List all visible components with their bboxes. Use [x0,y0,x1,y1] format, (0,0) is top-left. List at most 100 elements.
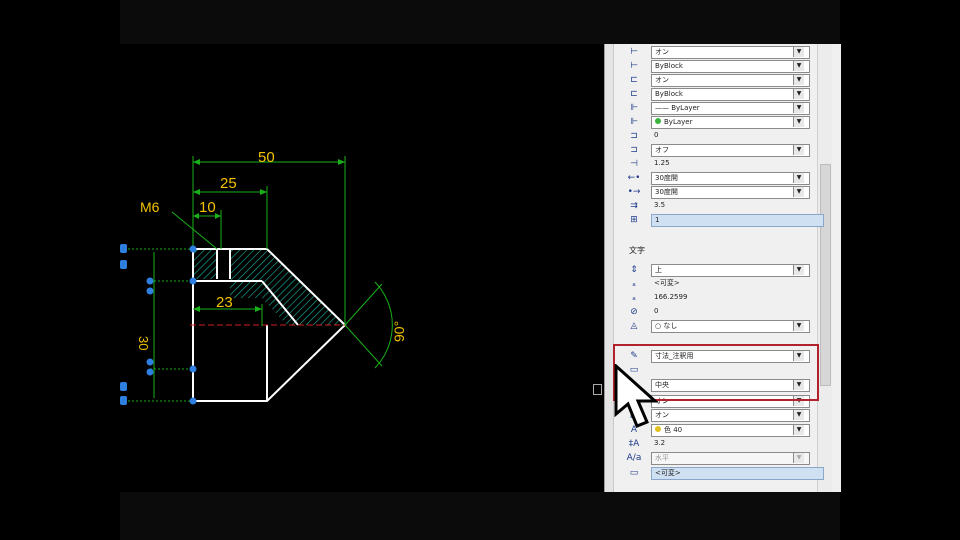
prop-value[interactable]: 3.2 [651,438,808,449]
prop-value[interactable]: オン [651,46,810,59]
dropdown-arrow-icon[interactable]: ▼ [793,117,804,127]
prop-row-text-rotation[interactable]: ⊘ 0 [623,306,813,319]
measurement-icon: ₐ [632,293,636,303]
prop-value[interactable]: ByBlock [651,60,810,73]
prop-row-dim-line-color[interactable]: ⊢ ByBlock ▼ [623,60,813,73]
prop-row-fixed-ext[interactable]: ⊐ オフ ▼ [623,144,813,157]
prop-value[interactable]: オフ [651,144,810,157]
top-band [120,0,840,44]
prop-value[interactable]: —— ByLayer [651,102,810,115]
prop-value[interactable]: 30度開 [651,172,810,185]
green-swatch-icon [655,118,661,124]
dropdown-arrow-icon[interactable]: ▼ [793,187,804,197]
prop-value[interactable]: <可変> [651,278,808,289]
prop-value[interactable]: ByBlock [651,88,810,101]
offset-icon: ⊐ [630,131,638,141]
pillarbox-left [0,0,120,540]
linetype-icon: ⊩ [630,103,638,113]
text-override-icon: ₐ [632,279,636,289]
prop-value[interactable]: 30度開 [651,186,810,199]
pick-square-icon [593,384,602,395]
arrow1-icon: ←• [627,173,641,183]
dropdown-arrow-icon[interactable]: ▼ [793,145,804,155]
prop-value[interactable]: 上 [651,264,810,277]
prop-row-linetype[interactable]: ⊩ —— ByLayer ▼ [623,102,813,115]
prop-value[interactable]: オン [651,74,810,87]
dropdown-arrow-icon[interactable]: ▼ [793,453,804,463]
dropdown-arrow-icon[interactable]: ▼ [793,47,804,57]
prop-value[interactable]: オン [651,409,810,422]
prop-row-measurement[interactable]: ₐ 166.2599 [623,292,813,305]
dim-line-icon: ⊢ [630,47,638,57]
prop-row-dim-line[interactable]: ⊢ オン ▼ [623,46,813,59]
drawing-canvas[interactable]: 50 25 10 M6 23 30 90° [120,44,604,492]
mouse-cursor-icon [614,364,659,428]
prop-row-text-result[interactable]: ▭ <可変> [623,467,824,480]
dropdown-arrow-icon[interactable]: ▼ [793,89,804,99]
gap-icon: ⊞ [630,215,638,225]
dimension-text-23: 23 [216,294,233,311]
text-offset-icon: A/a [626,453,642,463]
prop-row-text-offset[interactable]: A/a 水平 ▼ [623,452,813,465]
panel-scrollbar[interactable] [817,44,832,492]
text-rotation-icon: ⊘ [630,307,638,317]
dimension-text-10: 10 [199,199,216,216]
prop-value-text: ByLayer [664,118,693,126]
prop-row-arrow1[interactable]: ←• 30度開 ▼ [623,172,813,185]
text-fill-icon: ◬ [630,321,638,331]
prop-value[interactable]: 色 40 [651,424,810,437]
text-height-icon: ‡A [628,439,640,449]
prop-value[interactable]: ByLayer [651,116,810,129]
prop-row-gap[interactable]: ⊞ 1 [623,214,824,227]
prop-row-arrow2[interactable]: •→ 30度開 ▼ [623,186,813,199]
pillarbox-right [840,0,960,540]
arrow-size-icon: ⇉ [630,201,638,211]
prop-value[interactable]: 0 [651,130,808,141]
prop-value[interactable]: <可変> [651,467,824,480]
text-result-icon: ▭ [629,468,639,478]
fixed-ext-icon: ⊐ [630,145,638,155]
prop-value[interactable]: 水平 [651,452,810,465]
prop-row-text-fill[interactable]: ◬ ○ なし ▼ [623,320,813,333]
prop-row-vertical-pos[interactable]: ⇕ 上 ▼ [623,264,813,277]
dropdown-arrow-icon[interactable]: ▼ [793,410,804,420]
section-title-text: 文字 [629,246,645,255]
prop-row-text-override[interactable]: ₐ <可変> [623,278,813,291]
prop-row-text-height[interactable]: ‡A 3.2 [623,438,813,451]
arrow2-icon: •→ [627,187,641,197]
dropdown-arrow-icon[interactable]: ▼ [793,103,804,113]
prop-row-arrow-size[interactable]: ⇉ 3.5 [623,200,813,213]
vertical-pos-icon: ⇕ [630,265,638,275]
prop-row-color[interactable]: ⊩ ByLayer ▼ [623,116,813,129]
prop-value[interactable]: 166.2599 [651,292,808,303]
prop-value[interactable]: 0 [651,306,808,317]
prop-value[interactable]: 1.25 [651,158,808,169]
dropdown-arrow-icon[interactable]: ▼ [793,173,804,183]
prop-row-ext-length[interactable]: ⊣ 1.25 [623,158,813,171]
bottom-band [120,492,840,540]
prop-value[interactable]: 1 [651,214,824,227]
dimension-text-50: 50 [258,149,275,166]
cad-drawing: 50 25 10 M6 23 30 90° [120,149,407,405]
dimension-text-m6: M6 [140,199,160,215]
dropdown-arrow-icon[interactable]: ▼ [793,265,804,275]
prop-value[interactable]: ○ なし [651,320,810,333]
prop-row-offset[interactable]: ⊐ 0 [623,130,813,143]
ext-length-icon: ⊣ [630,159,638,169]
dim-line-color-icon: ⊢ [630,61,638,71]
dropdown-arrow-icon[interactable]: ▼ [793,425,804,435]
dimension-text-angle: 90° [391,321,407,342]
dropdown-arrow-icon[interactable]: ▼ [793,61,804,71]
color-icon: ⊩ [630,117,638,127]
dimension-text-25: 25 [220,175,237,192]
selection-grips[interactable] [120,244,197,405]
dropdown-arrow-icon[interactable]: ▼ [793,321,804,331]
ext-line-icon: ⊏ [630,75,638,85]
prop-value[interactable]: 3.5 [651,200,808,211]
dimension-text-30: 30 [136,336,151,350]
prop-row-ext-line-color[interactable]: ⊏ ByBlock ▼ [623,88,813,101]
scrollbar-thumb[interactable] [820,164,831,386]
prop-row-ext-line[interactable]: ⊏ オン ▼ [623,74,813,87]
hatch-area-left [193,249,217,279]
dropdown-arrow-icon[interactable]: ▼ [793,75,804,85]
